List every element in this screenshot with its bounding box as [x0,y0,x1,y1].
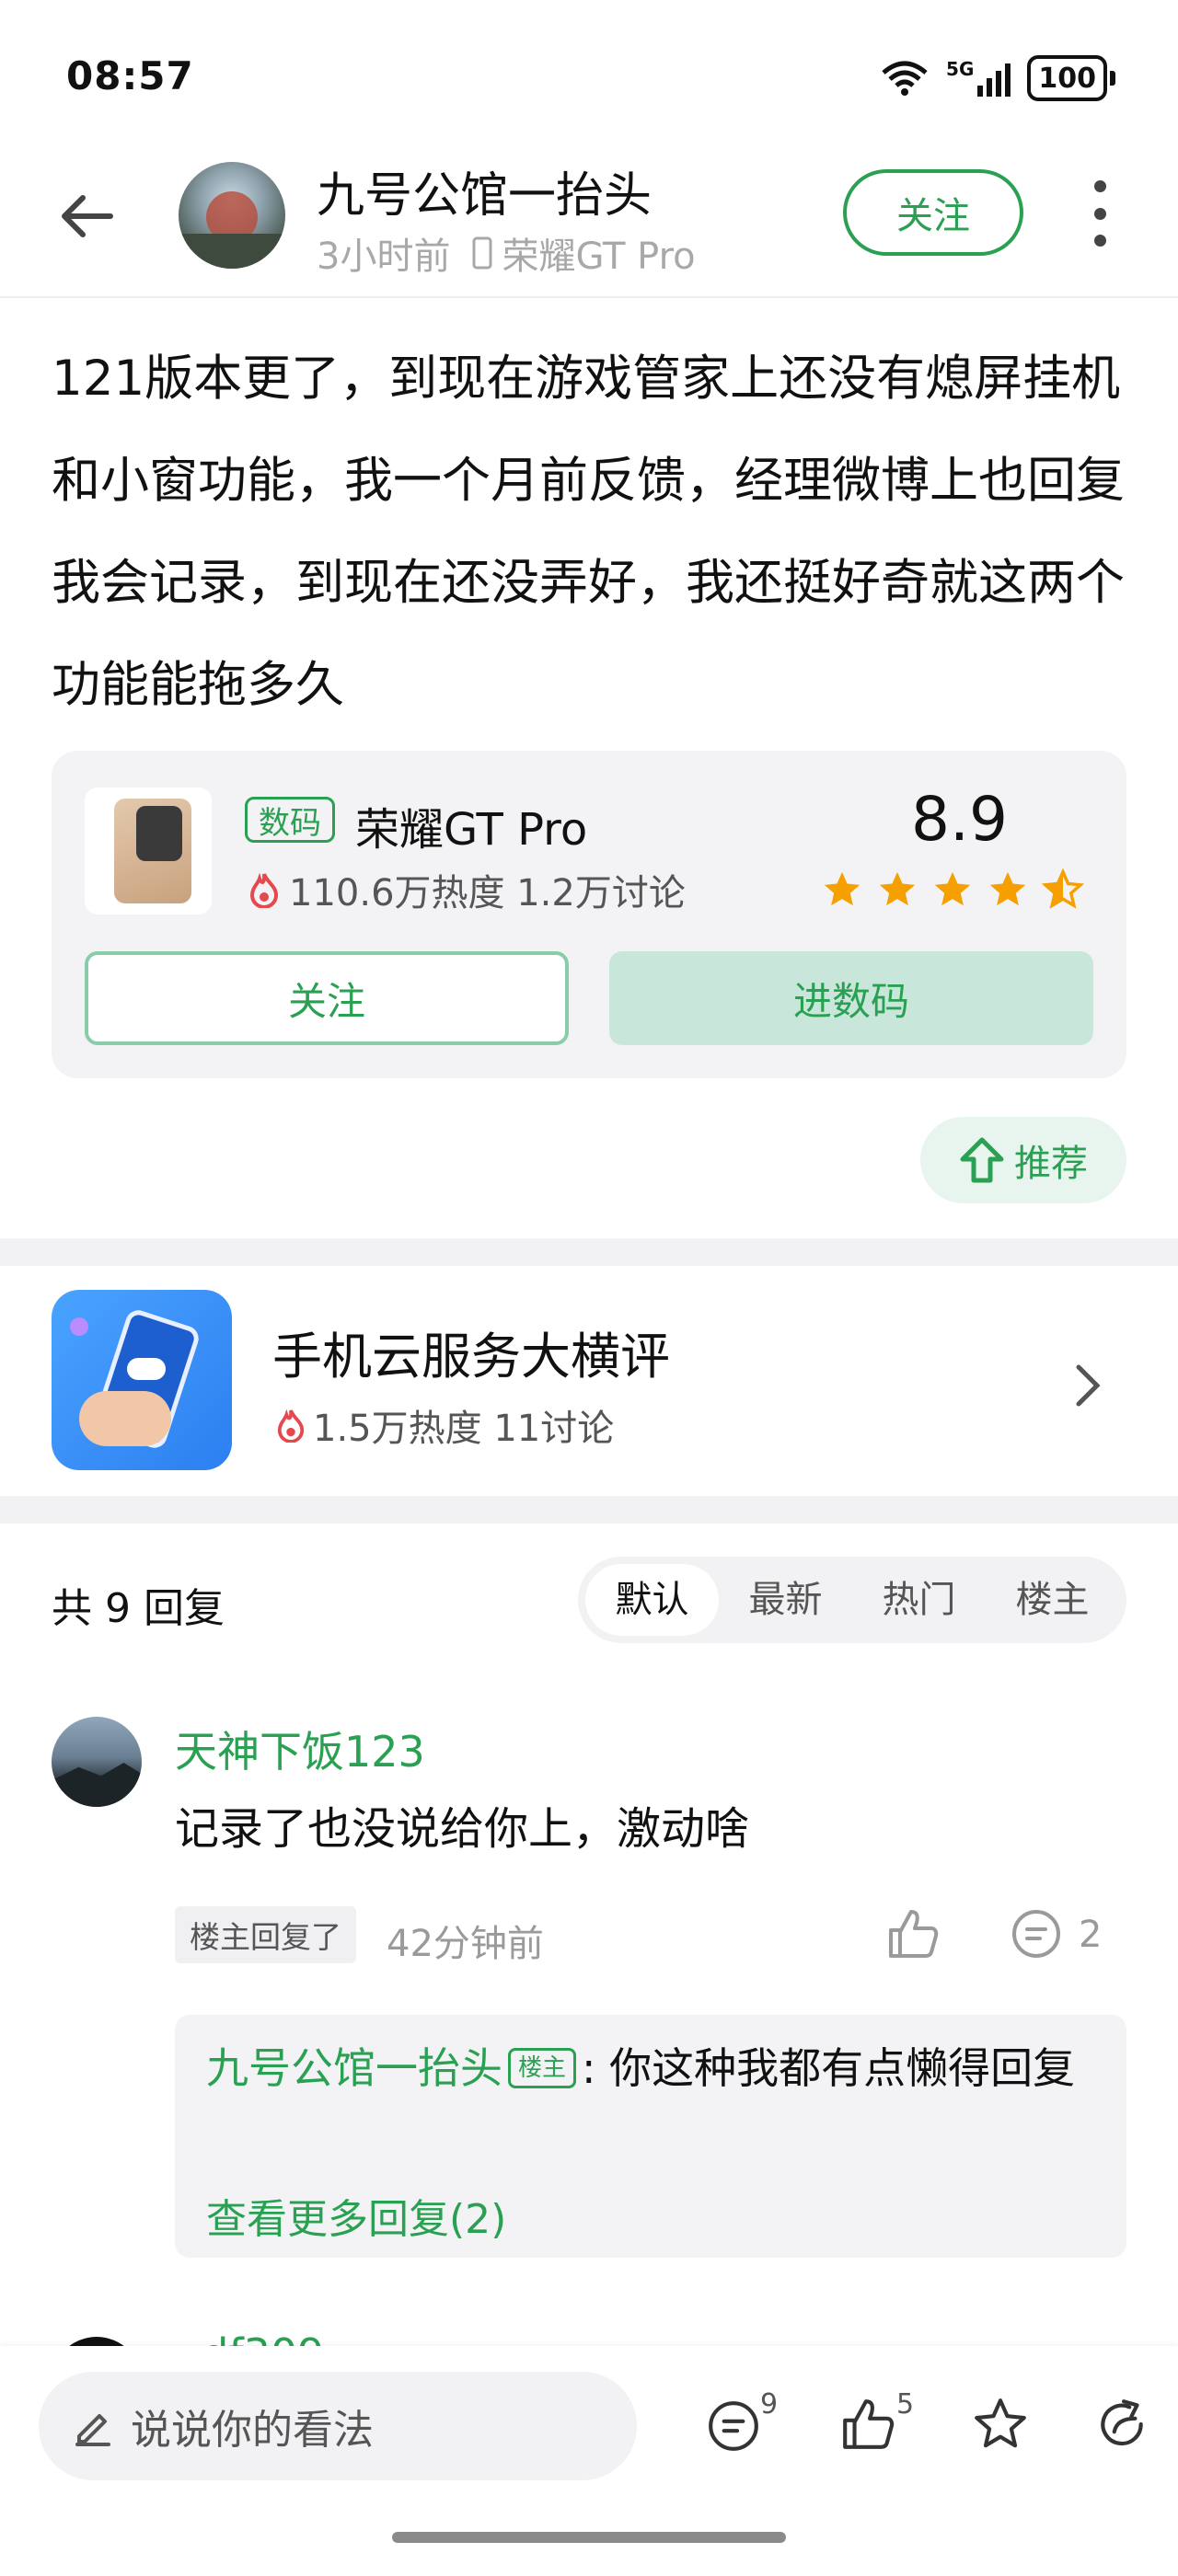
battery-level: 100 [1038,62,1096,95]
half-star-icon [1042,868,1084,909]
sub-reply-user[interactable]: 九号公馆一抬头 [206,2043,502,2093]
header-divider [0,296,1178,298]
star-icon [824,871,860,906]
sub-reply: 九号公馆一抬头 楼主: 你这种我都有点懒得回复 [206,2031,1108,2105]
sort-tabs: 默认 最新 热门 楼主 [578,1557,1126,1643]
view-more-replies-link[interactable]: 查看更多回复(2) [206,2186,506,2245]
bottom-comment-count: 9 [760,2388,779,2421]
recommend-label: 推荐 [1014,1143,1088,1185]
sort-op-tab[interactable]: 楼主 [986,1564,1119,1636]
home-indicator[interactable] [392,2532,786,2543]
comment-text: 记录了也没说给你上，激动啥 [175,1803,750,1855]
comment-time: 42分钟前 [387,1923,544,1965]
commenter-avatar[interactable] [52,1717,142,1807]
product-follow-button[interactable]: 关注 [85,951,569,1045]
comment-input[interactable]: 说说你的看法 [39,2372,637,2480]
author-avatar[interactable] [179,162,285,269]
product-camera-picture [136,806,182,861]
star-icon [934,871,971,906]
like-icon[interactable] [839,2396,896,2453]
status-icons: 5G 100 [880,55,1115,101]
category-tag: 数码 [245,797,335,843]
back-arrow-icon[interactable] [55,184,120,248]
signal-icon: 5G [946,60,1011,97]
battery-icon: 100 [1027,55,1115,101]
wifi-icon [882,61,928,96]
product-score: 8.9 [911,784,1008,855]
network-label: 5G [946,58,975,80]
topic-stats: 1.5万热度 11讨论 [276,1398,614,1452]
device-name: 荣耀GT Pro [502,236,696,278]
rating-stars [821,868,1084,911]
section-separator [0,1496,1178,1524]
more-vertical-icon[interactable] [1086,180,1114,247]
section-separator [0,1238,1178,1266]
fire-icon [277,1409,305,1443]
sort-default-tab[interactable]: 默认 [585,1564,719,1636]
fire-icon [249,872,279,908]
sort-latest-tab[interactable]: 最新 [719,1564,852,1636]
product-stats: 110.6万热度 1.2万讨论 [248,863,686,916]
like-icon[interactable] [885,1906,941,1961]
recommend-button[interactable]: 推荐 [920,1117,1126,1203]
product-stats-text: 110.6万热度 1.2万讨论 [289,872,686,914]
op-badge: 楼主 [508,2047,577,2088]
comment-icon[interactable] [705,2398,762,2455]
status-time: 08:57 [66,53,194,98]
post-meta: 3小时前 荣耀GT Pro [317,226,696,280]
share-icon[interactable] [1093,2396,1150,2453]
reply-count: 共 9 回复 [52,1585,225,1632]
author-name[interactable]: 九号公馆一抬头 [317,156,652,225]
post-text: 121版本更了，到现在游戏管家上还没有熄屏挂机和小窗功能，我一个月前反馈，经理微… [52,351,1125,713]
sort-hot-tab[interactable]: 热门 [852,1564,986,1636]
post-time: 3小时前 [317,236,451,278]
phone-icon [472,236,492,270]
comment-input-placeholder: 说说你的看法 [131,2407,374,2454]
topic-title[interactable]: 手机云服务大横评 [272,1316,670,1388]
edit-icon [75,2414,110,2446]
commenter-name[interactable]: 天神下饭123 [175,1719,425,1779]
sub-reply-text: : 你这种我都有点懒得回复 [582,2043,1076,2093]
star-icon [989,871,1026,906]
star-icon [879,871,916,906]
topic-cloud-icon[interactable] [52,1290,232,1470]
product-name[interactable]: 荣耀GT Pro [355,793,587,857]
enter-digital-button[interactable]: 进数码 [609,951,1093,1045]
comment-icon[interactable] [1009,1906,1064,1961]
op-replied-tag: 楼主回复了 [175,1906,356,1963]
topic-stats-text: 1.5万热度 11讨论 [313,1408,615,1450]
bottom-like-count: 5 [896,2388,915,2421]
follow-button[interactable]: 关注 [843,169,1023,256]
arrow-up-icon [960,1137,1004,1183]
star-icon[interactable] [972,2396,1029,2453]
chevron-right-icon[interactable] [1069,1360,1106,1411]
comment-reply-count: 2 [1079,1914,1103,1956]
